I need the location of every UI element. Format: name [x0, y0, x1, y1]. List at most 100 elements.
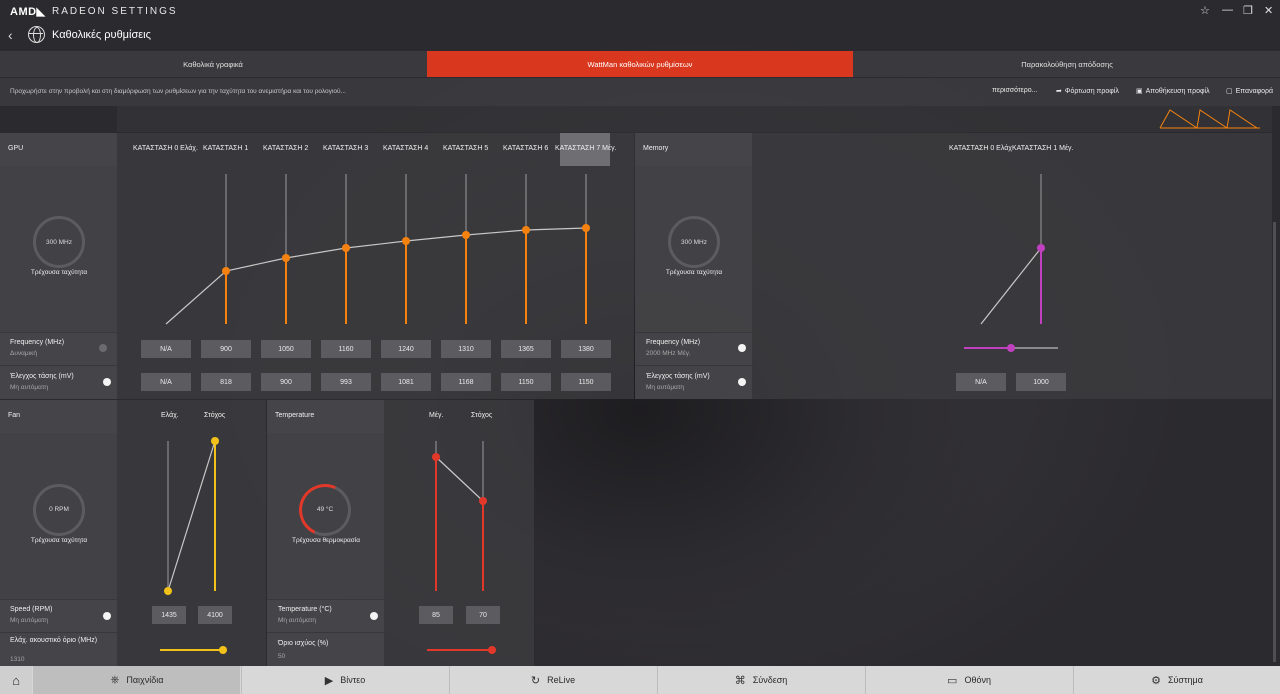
- gpu-state-1: ΚΑΤΑΣΤΑΣΗ 1: [203, 145, 249, 152]
- gpu-freq-5[interactable]: 1310: [441, 340, 491, 358]
- gpu-volt-7[interactable]: 1150: [561, 373, 611, 391]
- share-icon: ➦: [1056, 88, 1062, 95]
- fan-speed-toggle[interactable]: [103, 612, 111, 620]
- memory-voltage-sub: Μη αυτόματη: [646, 384, 685, 391]
- close-button[interactable]: ✕: [1264, 4, 1273, 17]
- gpu-volt-4[interactable]: 1081: [381, 373, 431, 391]
- temperature-toggle[interactable]: [370, 612, 378, 620]
- gpu-freq-6[interactable]: 1365: [501, 340, 551, 358]
- memory-voltage-toggle[interactable]: [738, 378, 746, 386]
- gpu-voltage-toggle[interactable]: [103, 378, 111, 386]
- amd-logo: AMD◣: [10, 6, 46, 18]
- power-slider-handle[interactable]: [487, 646, 496, 654]
- memory-slider-handle[interactable]: [1007, 344, 1015, 352]
- scrollbar[interactable]: [1273, 222, 1276, 662]
- temperature-curve-graph[interactable]: [384, 433, 534, 599]
- restore-button[interactable]: ❐: [1243, 4, 1253, 17]
- memory-clock-graph[interactable]: [752, 166, 1272, 332]
- gpu-point-2: [282, 254, 290, 262]
- memory-volt-0[interactable]: N/A: [956, 373, 1006, 391]
- display-button[interactable]: ▭ Οθόνη: [865, 666, 1072, 694]
- video-button[interactable]: ▶ Βίντεο: [241, 666, 448, 694]
- temperature-max[interactable]: 85: [419, 606, 453, 624]
- gpu-freq-3[interactable]: 1160: [321, 340, 371, 358]
- minimize-button[interactable]: —: [1222, 4, 1233, 16]
- temperature-point-max: [432, 453, 440, 461]
- gpu-curve: [165, 227, 587, 325]
- memory-point: [1037, 244, 1045, 252]
- tab-wattman[interactable]: WattMan καθολικών ρυθμίσεων: [427, 51, 853, 77]
- gpu-freq-7[interactable]: 1380: [561, 340, 611, 358]
- home-icon: ⌂: [12, 672, 20, 688]
- temperature-target[interactable]: 70: [466, 606, 500, 624]
- gpu-title: GPU: [8, 145, 24, 152]
- connect-button[interactable]: ⌘ Σύνδεση: [657, 666, 864, 694]
- gpu-volt-3[interactable]: 993: [321, 373, 371, 391]
- load-profile-button[interactable]: ➦ Φόρτωση προφίλ: [1056, 87, 1119, 95]
- more-link[interactable]: περισσότερο...: [992, 87, 1038, 94]
- temperature-col-target: Στόχος: [471, 412, 493, 419]
- info-bar: Προχωρήστε στην προβολή και στη διαμόρφω…: [0, 78, 1280, 106]
- gpu-volt-0[interactable]: N/A: [141, 373, 191, 391]
- gpu-point-7: [582, 224, 590, 232]
- games-button[interactable]: ⎈ Παιχνίδια: [33, 666, 240, 694]
- connect-icon: ⌘: [734, 674, 746, 687]
- gpu-frequency-toggle[interactable]: [99, 344, 107, 352]
- gpu-volt-6[interactable]: 1150: [501, 373, 551, 391]
- fan-speed-sub: Μη αυτόματη: [10, 617, 49, 624]
- gpu-state-6: ΚΑΤΑΣΤΑΣΗ 6: [503, 145, 549, 152]
- gpu-state-4: ΚΑΤΑΣΤΑΣΗ 4: [383, 145, 429, 152]
- fan-title: Fan: [8, 412, 21, 419]
- power-limit-slider[interactable]: [427, 646, 496, 654]
- system-button[interactable]: ⚙ Σύστημα: [1073, 666, 1280, 694]
- power-limit-label-cell: [267, 633, 384, 666]
- memory-frequency-label-cell: [635, 333, 752, 365]
- fan-speed-label: Speed (RPM): [10, 606, 53, 613]
- fan-speed-min[interactable]: 1435: [152, 606, 186, 624]
- gpu-freq-0[interactable]: N/A: [141, 340, 191, 358]
- relive-icon: ↻: [530, 674, 541, 687]
- memory-curve: [980, 247, 1042, 325]
- memory-voltage-label: Έλεγχος τάσης (mV): [646, 373, 710, 380]
- fan-acoustic-slider[interactable]: [160, 646, 227, 654]
- gpu-freq-4[interactable]: 1240: [381, 340, 431, 358]
- gpu-point-4: [402, 237, 410, 245]
- tab-performance-monitoring[interactable]: Παρακολούθηση απόδοσης: [854, 51, 1280, 77]
- tab-bar: Καθολικά γραφικά WattMan καθολικών ρυθμί…: [0, 51, 1280, 77]
- gpu-state-5: ΚΑΤΑΣΤΑΣΗ 5: [443, 145, 489, 152]
- memory-frequency-slider[interactable]: [964, 344, 1058, 352]
- memory-frequency-toggle[interactable]: [738, 344, 746, 352]
- memory-gauge-value: 300 MHz: [680, 239, 707, 246]
- gpu-volt-1[interactable]: 818: [201, 373, 251, 391]
- temperature-gauge-label: Τρέχουσα θερμοκρασία: [291, 537, 361, 544]
- gpu-freq-1[interactable]: 900: [201, 340, 251, 358]
- memory-volt-1[interactable]: 1000: [1016, 373, 1066, 391]
- relive-button[interactable]: ↻ ReLive: [449, 666, 656, 694]
- gpu-state-0: ΚΑΤΑΣΤΑΣΗ 0 Ελάχ.: [133, 145, 198, 152]
- gpu-volt-5[interactable]: 1168: [441, 373, 491, 391]
- reset-button[interactable]: ▢ Επαναφορά: [1226, 87, 1273, 95]
- fan-point-target: [211, 437, 219, 445]
- tab-global-graphics[interactable]: Καθολικά γραφικά: [0, 51, 426, 77]
- fan-speed-target[interactable]: 4100: [198, 606, 232, 624]
- save-profile-button[interactable]: ▣ Αποθήκευση προφίλ: [1136, 87, 1210, 95]
- memory-frequency-label: Frequency (MHz): [646, 339, 701, 346]
- gpu-volt-2[interactable]: 900: [261, 373, 311, 391]
- home-button[interactable]: ⌂: [0, 666, 32, 694]
- gpu-freq-2[interactable]: 1050: [261, 340, 311, 358]
- nav-row: ‹ Καθολικές ρυθμίσεις: [0, 24, 1280, 50]
- gpu-gauge-value: 300 MHz: [45, 239, 72, 246]
- memory-voltage-label-cell: [635, 366, 752, 399]
- gpu-frequency-sub: Δυναμική: [10, 350, 37, 357]
- temperature-label-cell: [267, 600, 384, 632]
- gpu-frequency-label: Frequency (MHz): [10, 339, 65, 346]
- back-button[interactable]: ‹: [8, 27, 13, 43]
- fan-curve-graph[interactable]: [117, 433, 266, 599]
- play-icon: ▶: [324, 674, 334, 687]
- fan-slider-handle[interactable]: [218, 646, 227, 654]
- gpu-clock-graph[interactable]: [117, 166, 634, 332]
- preview-graph: [1159, 109, 1260, 129]
- gpu-voltage-label-cell: [0, 366, 117, 399]
- fan-acoustic-label: Ελάχ. ακουστικό όριο (MHz): [10, 637, 98, 644]
- pin-icon[interactable]: ☆: [1200, 4, 1210, 17]
